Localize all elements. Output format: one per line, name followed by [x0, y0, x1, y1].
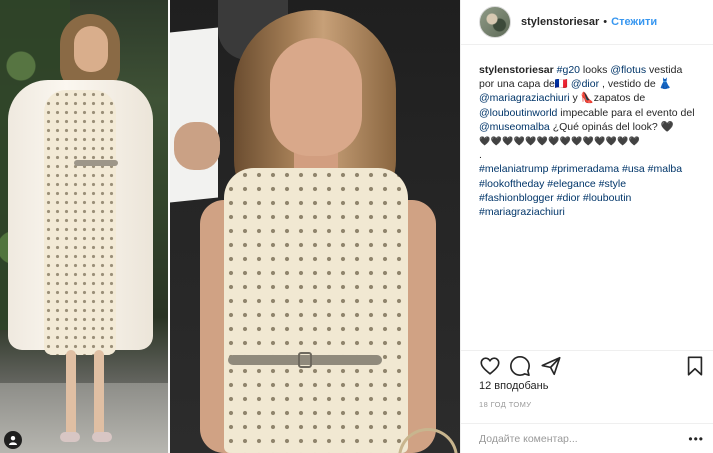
shoe-emoji: 👠 [580, 92, 594, 105]
photo-left-full-outfit [0, 0, 168, 453]
photo-right-closeup [170, 0, 460, 453]
dress-emoji: 👗 [658, 78, 672, 91]
leg [94, 350, 104, 440]
mention-link[interactable]: @flotus [610, 64, 646, 76]
comment-icon[interactable] [509, 355, 531, 377]
belt [74, 160, 118, 166]
polka-dot-dress [44, 90, 116, 355]
pavement [0, 383, 168, 453]
paper-sheet [170, 27, 218, 203]
post-header: stylenstoriesar • Стежити [461, 0, 713, 45]
more-options-icon[interactable]: ••• [688, 432, 704, 446]
post-caption: stylenstoriesar #g20 looks @flotus vesti… [461, 45, 713, 307]
face [270, 38, 362, 156]
caption-text: y [569, 92, 581, 105]
polka-dot-dress [224, 168, 408, 453]
mention-link[interactable]: @dior [571, 78, 599, 90]
username-link[interactable]: stylenstoriesar [521, 16, 599, 28]
post-sidebar: stylenstoriesar • Стежити stylenstoriesa… [460, 0, 713, 453]
caption-text: zapatos de [593, 92, 646, 105]
user-tag-icon[interactable] [4, 431, 22, 449]
separator-dot: • [603, 16, 608, 28]
share-icon[interactable] [540, 355, 562, 377]
hand [174, 122, 220, 170]
likes-count[interactable]: 12 вподобань [479, 380, 548, 392]
hashtag-list[interactable]: #melaniatrump #primeradama #usa #malba #… [479, 162, 699, 219]
heart-icon[interactable] [479, 355, 501, 377]
shoe [60, 432, 80, 442]
belt-buckle [298, 352, 312, 368]
leg [66, 350, 76, 440]
follow-button[interactable]: Стежити [611, 16, 657, 28]
comment-bar: ••• [461, 423, 713, 453]
comment-input[interactable] [479, 432, 689, 445]
post-timestamp[interactable]: 18 ГОД ТОМУ [479, 400, 531, 409]
hearts-row: 🖤🖤🖤🖤🖤🖤🖤🖤🖤🖤🖤🖤🖤🖤 [479, 136, 641, 147]
flag-emoji: 🇫🇷 [554, 78, 568, 91]
caption-text: looks [580, 64, 611, 76]
shoe [92, 432, 112, 442]
face [74, 26, 108, 72]
avatar[interactable] [479, 6, 511, 38]
mention-link[interactable]: @mariagraziachiuri [479, 92, 570, 104]
action-bar [461, 350, 713, 378]
mention-link[interactable]: @museomalba [479, 121, 550, 133]
hashtag-link[interactable]: #g20 [557, 64, 580, 76]
caption-dot-line: . [479, 149, 482, 162]
post-media[interactable] [0, 0, 460, 453]
caption-text: , vestido de [599, 78, 659, 91]
caption-text: ¿Qué opinás del look? [549, 120, 661, 133]
heart-emoji: 🖤 [660, 120, 674, 133]
caption-author[interactable]: stylenstoriesar [479, 64, 554, 76]
caption-text: impecable para el evento del [557, 106, 695, 119]
bookmark-icon[interactable] [684, 355, 706, 377]
mention-link[interactable]: @louboutinworld [479, 107, 557, 119]
